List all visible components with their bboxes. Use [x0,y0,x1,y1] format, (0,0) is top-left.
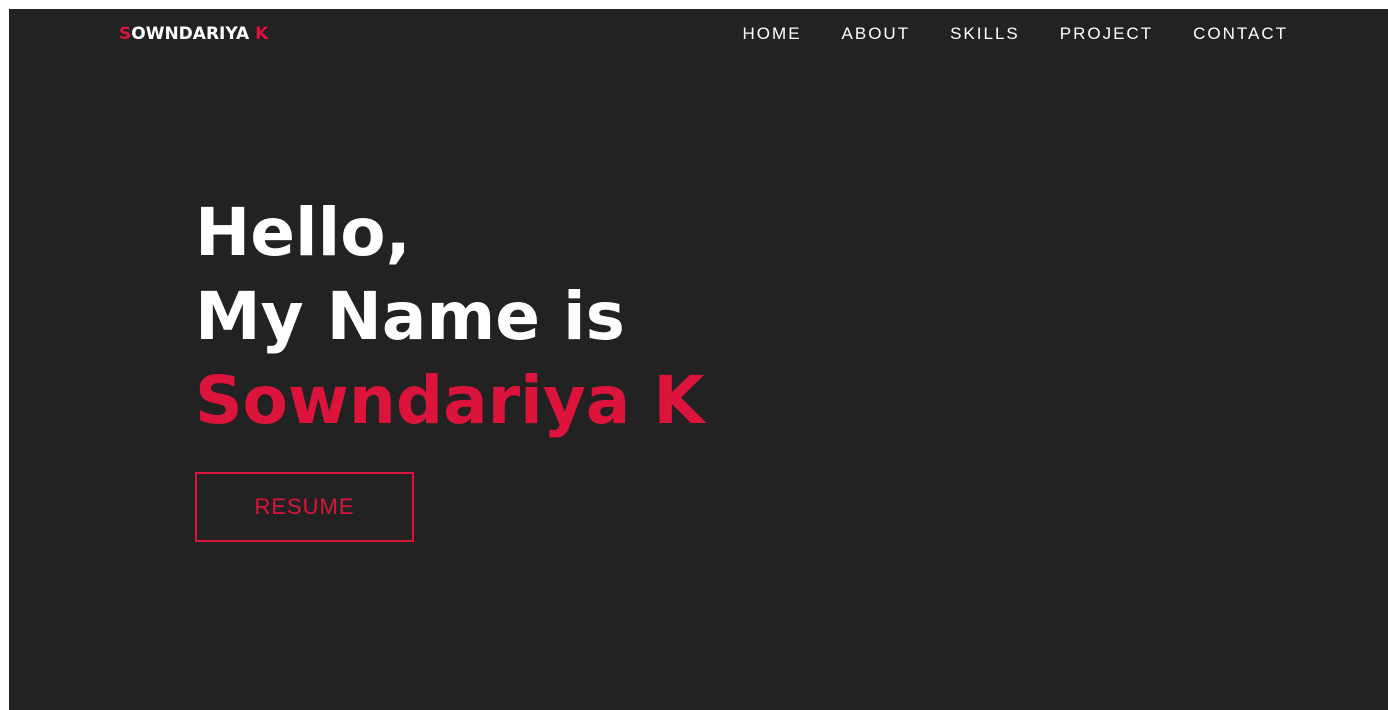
nav-links: HOME ABOUT SKILLS PROJECT CONTACT [743,24,1288,44]
navbar: SOWNDARIYA K HOME ABOUT SKILLS PROJECT C… [9,9,1388,61]
nav-link-project[interactable]: PROJECT [1060,24,1153,44]
nav-link-about[interactable]: ABOUT [842,24,911,44]
nav-link-skills[interactable]: SKILLS [950,24,1020,44]
hero-intro: My Name is [195,278,625,355]
brand-logo[interactable]: SOWNDARIYA K [119,24,268,44]
page: SOWNDARIYA K HOME ABOUT SKILLS PROJECT C… [9,9,1388,710]
brand-first-letter: S [119,24,132,44]
hero-greeting: Hello, [195,194,411,271]
nav-link-contact[interactable]: CONTACT [1193,24,1288,44]
hero-heading: Hello, My Name is Sowndariya K [195,191,704,443]
hero-name: Sowndariya K [195,362,705,439]
resume-button[interactable]: RESUME [195,472,414,542]
nav-link-home[interactable]: HOME [743,24,802,44]
brand-last-letter: K [255,24,269,44]
brand-middle: OWNDARIYA [131,24,256,44]
